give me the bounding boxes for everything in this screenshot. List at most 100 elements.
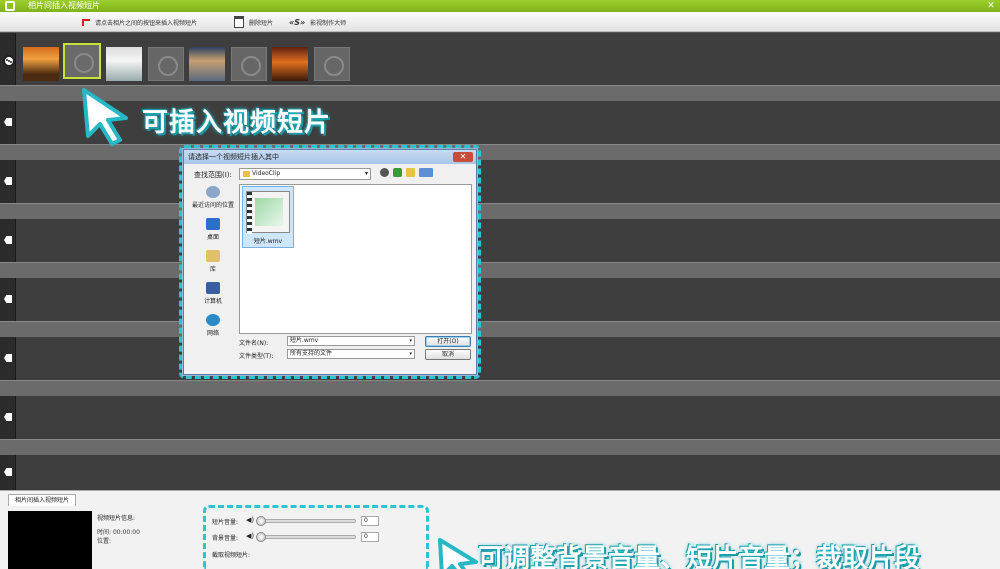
view-menu-icon[interactable] [419,168,433,177]
file-list: 短片.wmv [239,184,472,334]
video-file-icon [246,191,290,234]
new-folder-icon[interactable] [406,168,415,177]
track-arrow-icon [4,236,12,244]
track-separator [0,262,1000,278]
insert-slot[interactable] [231,47,267,81]
bg-volume-slider[interactable] [264,535,356,539]
open-button[interactable]: 打开(O) [425,336,471,347]
cancel-button[interactable]: 取消 [425,349,471,360]
film-track-6 [0,337,1000,380]
hint-icon [82,18,90,26]
place-desktop[interactable]: 桌面 [189,218,237,241]
insert-slot[interactable] [314,47,350,81]
bg-volume-knob[interactable] [256,532,266,542]
filename-label: 文件名(N): [239,340,269,347]
chevron-down-icon: ▾ [364,170,368,177]
place-library[interactable]: 库 [189,250,237,273]
lookin-select[interactable]: VideoClip ▾ [239,168,371,180]
duration-row: 时间: 00:00:00 [97,527,140,536]
network-icon [206,314,220,326]
track-handle[interactable] [0,278,16,321]
track-arrow-icon [4,295,12,303]
delete-clip-button[interactable]: 删除短片 [234,12,273,32]
filename-value: 短片.wmv [290,337,319,344]
close-window-button[interactable]: ✕ [986,0,996,12]
brand-button[interactable]: «S» 影视制作大师 [289,12,346,32]
clip-volume-knob[interactable] [256,516,266,526]
film-track-8 [0,455,1000,490]
track-arrow-icon [4,354,12,362]
track-arrow-icon [4,413,12,421]
clip-volume-value[interactable]: 0 [361,516,379,526]
filetype-value: 所有支持的文件 [290,350,333,357]
place-desktop-label: 桌面 [206,234,219,241]
track-handle[interactable] [0,396,16,439]
track-arrow-icon [4,118,12,126]
window-title: 相片间插入视频短片 [28,1,100,10]
photo-thumbnail[interactable] [189,47,225,81]
callout-pointer-icon [82,88,128,146]
back-icon[interactable] [380,168,389,177]
lookin-label: 查找范围(I): [194,171,232,179]
up-folder-icon[interactable] [393,168,402,177]
track-handle[interactable] [0,455,16,490]
chevron-down-icon: ▾ [409,351,412,357]
computer-icon [206,282,220,294]
film-reel-icon [3,55,15,67]
insert-slot-selected[interactable] [63,43,101,79]
duration-label: 时间: [97,529,112,536]
dialog-title: 请选择一个视频短片插入其中 [184,150,476,164]
place-recent-label: 最近访问的位置 [191,202,234,209]
photo-thumbnail[interactable] [272,47,308,81]
dialog-toolbar [380,168,433,177]
track-separator [0,85,1000,101]
track-handle[interactable] [0,33,16,85]
title-bar: 相片间插入视频短片 ✕ [0,0,1000,12]
brand-logo-icon: «S» [289,17,306,27]
track-arrow-icon [4,177,12,185]
track-separator [0,203,1000,219]
place-computer-label: 计算机 [203,298,222,305]
filetype-label: 文件类型(T): [239,353,274,360]
photo-thumbnail[interactable] [106,47,142,81]
clip-info-title: 视频短片信息: [97,515,136,522]
position-label: 位置: [97,538,112,545]
places-bar: 最近访问的位置 桌面 库 计算机 网络 [189,184,237,338]
lookin-value: VideoClip [252,170,281,177]
volume-icon: ◀) [246,532,255,540]
track-handle[interactable] [0,219,16,262]
track-handle[interactable] [0,101,16,144]
insert-callout: 可插入视频短片 [142,108,332,138]
hint-label: 请点击相片之间的按钮来插入视频短片 [95,19,198,27]
place-computer[interactable]: 计算机 [189,282,237,305]
place-network[interactable]: 网络 [189,314,237,337]
chevron-down-icon: ▾ [409,338,412,344]
place-network-label: 网络 [206,330,219,337]
dialog-close-button[interactable]: ✕ [453,152,473,162]
film-track-5 [0,278,1000,321]
app-icon [5,1,15,11]
track-arrow-icon [4,468,12,476]
place-recent[interactable]: 最近访问的位置 [189,186,237,209]
open-file-dialog: 请选择一个视频短片插入其中 ✕ 查找范围(I): VideoClip ▾ 最近访… [183,149,477,375]
insert-slot[interactable] [148,47,184,81]
desktop-icon [206,218,220,230]
tab-insert-clip[interactable]: 相片间插入视频短片 [8,494,76,506]
track-handle[interactable] [0,337,16,380]
volume-icon: ◀) [246,516,255,524]
toolbar: 请点击相片之间的按钮来插入视频短片 删除短片 «S» 影视制作大师 [0,12,1000,32]
filetype-select[interactable]: 所有支持的文件 ▾ [287,349,415,359]
filename-input[interactable]: 短片.wmv ▾ [287,336,415,346]
clip-volume-slider[interactable] [264,519,356,523]
adjust-callout: 可调整背景音量、短片音量；裁取片段 [478,544,921,569]
photo-thumbnail[interactable] [23,47,59,81]
track-separator [0,144,1000,160]
track-handle[interactable] [0,160,16,203]
brand-label: 影视制作大师 [310,19,347,27]
file-item[interactable]: 短片.wmv [242,186,294,248]
bg-volume-value[interactable]: 0 [361,532,379,542]
film-track-4 [0,219,1000,262]
track-separator [0,380,1000,396]
library-icon [206,250,220,262]
film-track-3 [0,160,1000,203]
